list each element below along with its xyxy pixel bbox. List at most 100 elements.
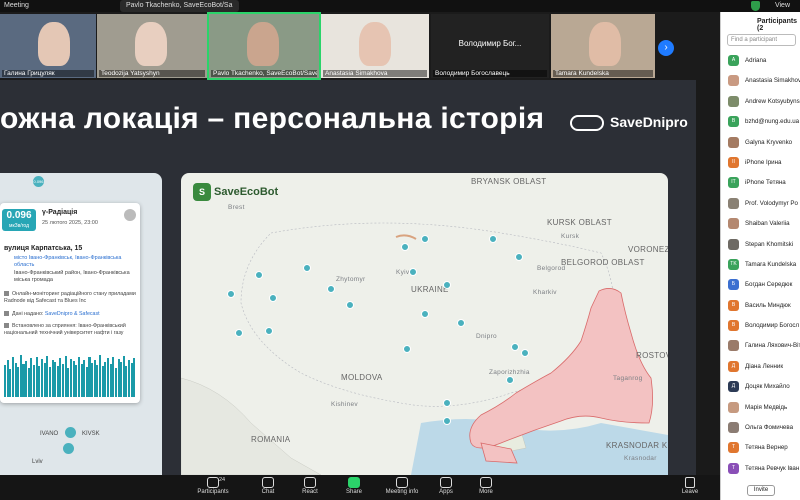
sensor-marker[interactable] <box>443 399 451 407</box>
active-speaker-label[interactable]: Pavlo Tkachenko, SaveEcoBot/Sa <box>120 0 239 12</box>
participant-name: Тетяна Вернер <box>745 444 788 452</box>
participant-avatar: Т <box>728 462 739 474</box>
sensor-marker[interactable] <box>403 345 411 353</box>
participant-face <box>135 22 167 66</box>
participant-row[interactable]: Д Доцяк Михайло <box>721 376 800 396</box>
info-data-source: Дані надано: SaveDnipro & Safecast <box>4 311 136 318</box>
sensor-marker[interactable] <box>227 290 235 298</box>
participant-face <box>38 22 70 66</box>
map-label: Krasnodar <box>624 455 657 462</box>
sensor-marker[interactable] <box>443 281 451 289</box>
security-shield-icon[interactable] <box>751 1 760 11</box>
radiation-value: 0.096 <box>6 210 32 221</box>
participant-row[interactable]: Галина Ляхович-Вітв <box>721 335 800 355</box>
meeting-toolbar: 24 Participants Chat React Share Meeting … <box>0 475 720 500</box>
share-button[interactable]: Share <box>334 477 374 495</box>
sensor-marker[interactable] <box>265 327 273 335</box>
react-button[interactable]: React <box>290 477 330 495</box>
participant-avatar: A <box>728 55 739 66</box>
sensor-marker <box>65 427 76 438</box>
participant-row[interactable]: Марія Медвідь <box>721 397 800 417</box>
sensor-marker[interactable] <box>521 349 529 357</box>
meeting-info-button[interactable]: Meeting info <box>382 477 422 495</box>
map-label: ROMANIA <box>251 435 291 444</box>
participant-avatar <box>728 238 739 250</box>
participant-row[interactable]: Т Тетяна Вернер <box>721 437 800 457</box>
participant-row[interactable]: II iPhone Ірина <box>721 152 800 172</box>
react-button-label: React <box>302 489 318 495</box>
map-label: Zaporizhzhia <box>489 369 530 376</box>
participant-name: iPhone Тетяна <box>745 179 786 187</box>
sensor-marker[interactable] <box>421 235 429 243</box>
participant-name: Galyna Kryvenko <box>745 138 793 146</box>
more-icon <box>480 477 492 488</box>
participant-avatar: II <box>728 156 739 168</box>
sensor-marker[interactable] <box>515 253 523 261</box>
video-tile[interactable]: Tamara Kundelska <box>551 14 655 78</box>
participant-avatar <box>728 422 739 434</box>
map-label: Zhytomyr <box>336 276 366 283</box>
participant-row[interactable]: Anastasia Simakhov <box>721 70 800 90</box>
meeting-title: Meeting <box>4 2 29 9</box>
apps-button[interactable]: Apps <box>426 477 466 495</box>
more-button[interactable]: More <box>466 477 506 495</box>
video-tile[interactable]: Галина Грицуляк <box>0 14 96 78</box>
video-tile-name: Pavlo Tkachenko, SaveEcoBot/Save... <box>211 70 317 77</box>
participant-count: 24 <box>219 477 226 483</box>
sensor-marker[interactable] <box>346 301 354 309</box>
participant-search-input[interactable]: Find a participant <box>727 34 796 46</box>
sensor-marker[interactable] <box>511 343 519 351</box>
sensor-marker[interactable] <box>409 268 417 276</box>
sensor-marker[interactable] <box>506 376 514 384</box>
sensor-marker[interactable] <box>443 417 451 425</box>
meeting-info-label: Meeting info <box>385 489 419 495</box>
participant-row[interactable]: IT iPhone Тетяна <box>721 172 800 192</box>
city-label: Lviv <box>32 459 43 465</box>
info-monitoring-text: Онлайн-моніторинг радіаційного стану при… <box>4 291 136 304</box>
participant-row[interactable]: Bbzhd@nung.edu.ua <box>721 111 800 131</box>
participant-row[interactable]: Ольга Фомичева <box>721 417 800 437</box>
info-installed-text: Встановлено за сприяння: Івано-Франківсь… <box>4 323 126 336</box>
sensor-marker[interactable] <box>401 243 409 251</box>
participant-row[interactable]: Д Діана Ленник <box>721 356 800 376</box>
participant-row[interactable]: Galyna Kryvenko <box>721 132 800 152</box>
participant-row[interactable]: В Василь Миндюк <box>721 295 800 315</box>
invite-button[interactable]: Invite <box>747 485 775 496</box>
participant-row[interactable]: Prof. Volodymyr Po <box>721 193 800 213</box>
gallery-next-page-button[interactable]: › <box>658 40 674 56</box>
participants-button[interactable]: 24 Participants <box>193 477 233 495</box>
chat-icon <box>262 477 274 488</box>
sensor-marker[interactable] <box>489 235 497 243</box>
location-link: місто Івано-Франківськ, Івано-Франківськ… <box>14 255 122 268</box>
saveecobot-logo: S SaveEcoBot <box>193 183 278 201</box>
participant-avatar <box>728 401 739 413</box>
video-tile[interactable]: Teodozija Yatsyshyn <box>97 14 207 78</box>
participant-name: Тетяна Ревчук Іван <box>745 464 800 472</box>
participant-row[interactable]: Stepan Khomitski <box>721 234 800 254</box>
savednipro-logo: SaveDnipro <box>570 114 688 132</box>
participant-avatar: Д <box>728 381 739 393</box>
chat-button[interactable]: Chat <box>248 477 288 495</box>
sensor-marker[interactable] <box>327 285 335 293</box>
video-tile[interactable]: Володимир Бог... Володимир Богославець <box>431 14 549 78</box>
participant-row[interactable]: A Adriana <box>721 50 800 70</box>
participant-row[interactable]: В Володимир Богосл <box>721 315 800 335</box>
sensor-marker[interactable] <box>235 329 243 337</box>
sensor-marker[interactable] <box>457 319 465 327</box>
participant-row[interactable]: Shaiban Valeriia <box>721 213 800 233</box>
participant-row[interactable]: TK Tamara Kundelska <box>721 254 800 274</box>
sensor-marker[interactable] <box>421 310 429 318</box>
share-button-label: Share <box>345 489 362 495</box>
sensor-marker[interactable] <box>255 271 263 279</box>
sensor-marker[interactable] <box>269 294 277 302</box>
view-button[interactable]: View <box>775 2 790 9</box>
participant-name: Діана Ленник <box>745 362 784 370</box>
sensor-marker[interactable] <box>303 264 311 272</box>
participant-row[interactable]: Andrew Kotsyubyns <box>721 91 800 111</box>
participant-row[interactable]: Т Тетяна Ревчук Іван <box>721 458 800 478</box>
video-tile[interactable]: Anastasia Simakhova <box>321 14 429 78</box>
participant-name: Adriana <box>745 57 767 64</box>
leave-button[interactable]: Leave <box>678 477 702 495</box>
video-tile-active-speaker[interactable]: Pavlo Tkachenko, SaveEcoBot/Save... <box>207 12 321 80</box>
participant-row[interactable]: Б Богдан Середюк <box>721 274 800 294</box>
